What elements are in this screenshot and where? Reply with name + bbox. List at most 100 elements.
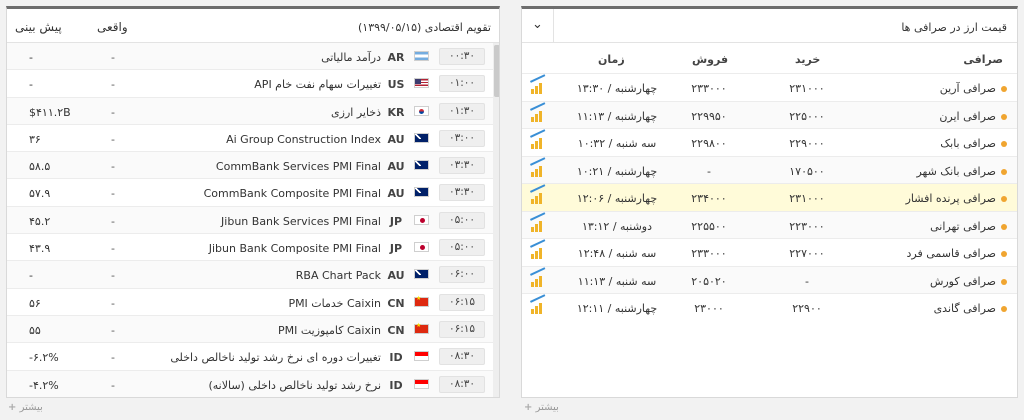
exchange-name[interactable]: صرافی آرین — [940, 82, 1007, 95]
exchange-name[interactable]: صرافی تهرانی — [930, 220, 1007, 233]
calendar-row[interactable]: - - RBA Chart Pack AU ۰۶:۰۰ — [7, 261, 499, 289]
exchange-name[interactable]: صرافی قاسمی فرد — [907, 247, 1007, 260]
event-time: ۰۱:۳۰ — [439, 102, 485, 120]
actual-value: - — [111, 296, 115, 310]
exchange-name[interactable]: صرافی بابک — [940, 137, 1007, 150]
actual-value: - — [111, 51, 115, 64]
sell-price: ۲۲۹۹۵۰ — [691, 109, 727, 123]
col-sell-header: فروش — [692, 53, 729, 66]
event-time: ۰۳:۰۰ — [439, 129, 485, 147]
calendar-row[interactable]: ۵۶ - Caixin خدمات PMI CN ۰۶:۱۵ — [7, 289, 499, 316]
exchange-row[interactable]: صرافی بابک ۲۲۹۰۰۰ ۲۲۹۸۰۰ سه شنبه / ۱۰:۳۲ — [522, 128, 1017, 156]
calendar-row[interactable]: $۴۱۱.۲B - ذخایر ارزی KR ۰۱:۳۰ — [7, 97, 499, 125]
actual-value: - — [111, 105, 115, 119]
exchange-row[interactable]: صرافی تهرانی ۲۲۳۰۰۰ ۲۲۵۵۰۰ دوشنبه / ۱۳:۱۲ — [522, 210, 1017, 238]
cn-flag-icon — [414, 322, 429, 334]
chart-icon[interactable] — [530, 239, 548, 259]
buy-price: - — [805, 274, 809, 288]
exchange-more-label: بیشتر — [535, 402, 559, 413]
au-flag-icon — [414, 132, 429, 143]
event-time: ۰۸:۳۰ — [439, 375, 485, 393]
chart-icon[interactable] — [530, 101, 548, 122]
chart-icon[interactable] — [530, 184, 548, 204]
event-time: ۰۶:۰۰ — [439, 266, 485, 284]
actual-value: - — [111, 378, 115, 392]
calendar-row[interactable]: - - درآمد مالیاتی AR ۰۰:۳۰ — [7, 43, 499, 71]
event-name: درآمد مالیاتی — [321, 51, 381, 64]
exchange-name[interactable]: صرافی کورش — [930, 275, 1007, 288]
chart-icon[interactable] — [530, 266, 548, 287]
update-time: چهارشنبه / ۱۲:۱۱ — [576, 302, 658, 315]
forecast-value: -۴.۲% — [29, 378, 59, 392]
calendar-row[interactable]: ۵۷.۹ - CommBank Composite PMI Final AU ۰۳:۳۰ — [7, 179, 499, 207]
calendar-row[interactable]: ۴۵.۲ - Jibun Bank Services PMI Final JP ۰۵:۰… — [7, 206, 499, 235]
forecast-value: ۵۶ — [29, 296, 41, 310]
scrollbar-thumb[interactable] — [494, 45, 499, 97]
country-code: JP — [389, 214, 403, 228]
buy-price: ۲۲۷۰۰۰ — [789, 247, 825, 260]
country-code: KR — [387, 105, 405, 119]
exchange-name[interactable]: صرافی گاندی — [934, 302, 1007, 315]
actual-value: - — [111, 160, 115, 174]
chart-icon[interactable] — [530, 156, 548, 177]
exchange-row[interactable]: صرافی گاندی ۲۲۹۰۰ ۲۳۰۰۰ چهارشنبه / ۱۲:۱۱ — [522, 293, 1017, 321]
exchange-more-link[interactable]: بیشتر + — [524, 402, 559, 413]
status-dot-icon — [1001, 306, 1007, 312]
us-flag-icon — [414, 78, 429, 89]
sell-price: ۲۳۳۰۰۰ — [691, 82, 727, 95]
calendar-scrollbar[interactable] — [493, 43, 499, 397]
country-code: CN — [387, 296, 405, 310]
forecast-value: ۴۳.۹ — [29, 242, 51, 256]
exchange-list: صرافی آرین ۲۳۱۰۰۰ ۲۳۳۰۰۰ چهارشنبه / ۱۳:۳۰ صر… — [522, 73, 1017, 321]
status-dot-icon — [1001, 278, 1007, 285]
exchange-header: ⌄ قیمت ارز در صرافی ها — [522, 9, 1017, 43]
exchange-row[interactable]: صرافی ایرن ۲۲۵۰۰۰ ۲۲۹۹۵۰ چهارشنبه / ۱۱:۱۳ — [522, 100, 1017, 128]
event-name: نرخ رشد تولید ناخالص داخلی (سالانه) — [208, 378, 381, 392]
update-time: سه شنبه / ۱۲:۴۸ — [577, 247, 657, 260]
calendar-more-link[interactable]: بیشتر + — [8, 402, 43, 413]
calendar-row[interactable]: - - تغییرات سهام نفت خام API US ۰۱:۰۰ — [7, 70, 499, 98]
chart-icon[interactable] — [530, 211, 548, 232]
col-forecast-header: پیش بینی — [15, 20, 62, 34]
chart-icon[interactable] — [530, 294, 548, 314]
calendar-row[interactable]: -۴.۲% - نرخ رشد تولید ناخالص داخلی (سالانه… — [7, 370, 499, 397]
exchange-row[interactable]: صرافی آرین ۲۳۱۰۰۰ ۲۳۳۰۰۰ چهارشنبه / ۱۳:۳۰ — [522, 73, 1017, 101]
calendar-row[interactable]: ۵۸.۵ - CommBank Services PMI Final AU ۰۳:۳۰ — [7, 152, 499, 180]
update-time: چهارشنبه / ۱۲:۰۶ — [576, 192, 658, 205]
calendar-row[interactable]: ۳۶ - Ai Group Construction Index AU ۰۳:۰۰ — [7, 125, 499, 153]
exchange-name[interactable]: صرافی ایرن — [939, 110, 1007, 123]
au-flag-icon — [414, 160, 429, 171]
buy-price: ۲۲۵۰۰۰ — [789, 109, 825, 123]
event-name: Jibun Bank Composite PMI Final — [208, 242, 381, 256]
calendar-row[interactable]: ۵۵ - Caixin کامپوزیت PMI CN ۰۶:۱۵ — [7, 315, 499, 344]
actual-value: - — [111, 78, 115, 92]
exchange-row[interactable]: صرافی بانک شهر ۱۷۰۵۰۰ - چهارشنبه / ۱۰:۲۱ — [522, 155, 1017, 183]
kr-flag-icon — [414, 105, 429, 116]
exchange-row[interactable]: صرافی کورش - ۲۰۵۰۲۰ سه شنبه / ۱۱:۱۳ — [522, 265, 1017, 293]
chart-icon[interactable] — [530, 129, 548, 149]
exchange-name-label: صرافی آرین — [939, 82, 996, 95]
chart-icon[interactable] — [530, 74, 548, 94]
exchange-rates-panel: ⌄ قیمت ارز در صرافی ها صرافی خرید فروش ز… — [521, 6, 1018, 398]
sell-price: ۲۰۵۰۲۰ — [691, 274, 727, 288]
forecast-value: ۵۵ — [29, 323, 41, 337]
exchange-name[interactable]: صرافی پرنده افشار — [906, 192, 1007, 205]
status-dot-icon — [1001, 113, 1007, 120]
jp-flag-icon — [414, 242, 429, 253]
calendar-row[interactable]: -۶.۲% - تغییرات دوره ای نرخ رشد تولید ناخا… — [7, 343, 499, 371]
buy-price: ۲۲۹۰۰۰ — [789, 137, 825, 150]
event-time: ۰۰:۳۰ — [439, 48, 485, 65]
actual-value: - — [111, 269, 115, 283]
event-time: ۰۵:۰۰ — [439, 211, 485, 229]
exchange-name-label: صرافی تهرانی — [930, 219, 996, 233]
plus-icon: + — [524, 402, 533, 413]
exchange-name[interactable]: صرافی بانک شهر — [916, 165, 1007, 178]
exchange-row[interactable]: صرافی پرنده افشار ۲۳۱۰۰۰ ۲۳۴۰۰۰ چهارشنبه / … — [522, 183, 1017, 211]
event-name: Caixin خدمات PMI — [288, 296, 381, 310]
calendar-row[interactable]: ۴۳.۹ - Jibun Bank Composite PMI Final JP ۰۵:… — [7, 234, 499, 262]
status-dot-icon — [1001, 223, 1007, 230]
chevron-down-icon[interactable]: ⌄ — [522, 9, 554, 42]
calendar-list: - - درآمد مالیاتی AR ۰۰:۳۰ - - تغییرات سهام نفت… — [7, 43, 499, 397]
event-name: ذخایر ارزی — [331, 105, 381, 119]
exchange-row[interactable]: صرافی قاسمی فرد ۲۲۷۰۰۰ ۲۳۳۰۰۰ سه شنبه / ۱۲:… — [522, 238, 1017, 266]
